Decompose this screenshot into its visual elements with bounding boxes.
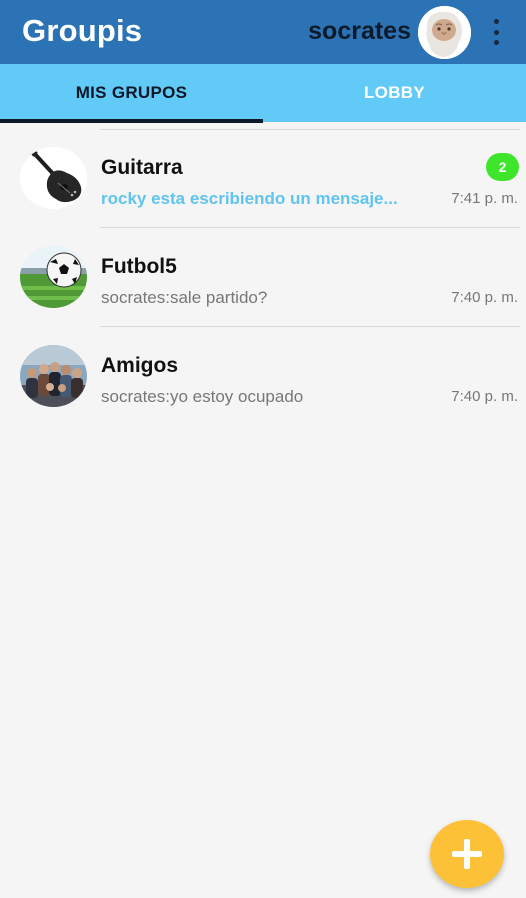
typing-indicator: rocky esta escribiendo un mensaje... [101,189,398,208]
group-avatar [20,246,87,308]
add-group-button[interactable] [430,820,504,888]
group-name: Guitarra [101,156,183,179]
message-time: 7:40 p. m. [451,388,518,405]
group-row-amigos[interactable]: Amigos socrates:yo estoy ocupado 7:40 p.… [0,327,526,426]
group-row-guitarra[interactable]: Guitarra rocky esta escribiendo un mensa… [0,129,526,228]
app-title: Groupis [22,13,143,48]
tab-bar: MIS GRUPOS LOBBY [0,64,526,123]
group-row-futbol5[interactable]: Futbol5 socrates:sale partido? 7:40 p. m… [0,228,526,327]
app-root: Groupis socrates MIS GRUPOS LOBBY Guitar… [0,0,526,898]
tab-mis-grupos[interactable]: MIS GRUPOS [0,64,263,123]
socrates-avatar-icon [418,6,471,59]
guitar-icon [20,147,87,209]
group-avatar [20,147,87,209]
user-avatar[interactable] [418,6,471,59]
username-label: socrates [308,17,411,45]
group-name: Amigos [101,354,179,377]
soccer-ball-icon [20,246,87,308]
group-photo-icon [20,345,87,407]
group-avatar [20,345,87,407]
last-message: socrates:sale partido? [101,288,268,307]
plus-icon [452,839,482,869]
overflow-menu-icon[interactable] [486,16,506,48]
tab-label: LOBBY [364,83,425,102]
tab-label: MIS GRUPOS [75,83,188,102]
message-time: 7:40 p. m. [451,289,518,306]
last-message: socrates:yo estoy ocupado [101,387,304,406]
group-name: Futbol5 [101,255,177,278]
unread-badge: 2 [486,153,519,181]
message-time: 7:41 p. m. [451,190,518,207]
app-toolbar: Groupis socrates [0,0,526,64]
tab-lobby[interactable]: LOBBY [263,64,526,122]
